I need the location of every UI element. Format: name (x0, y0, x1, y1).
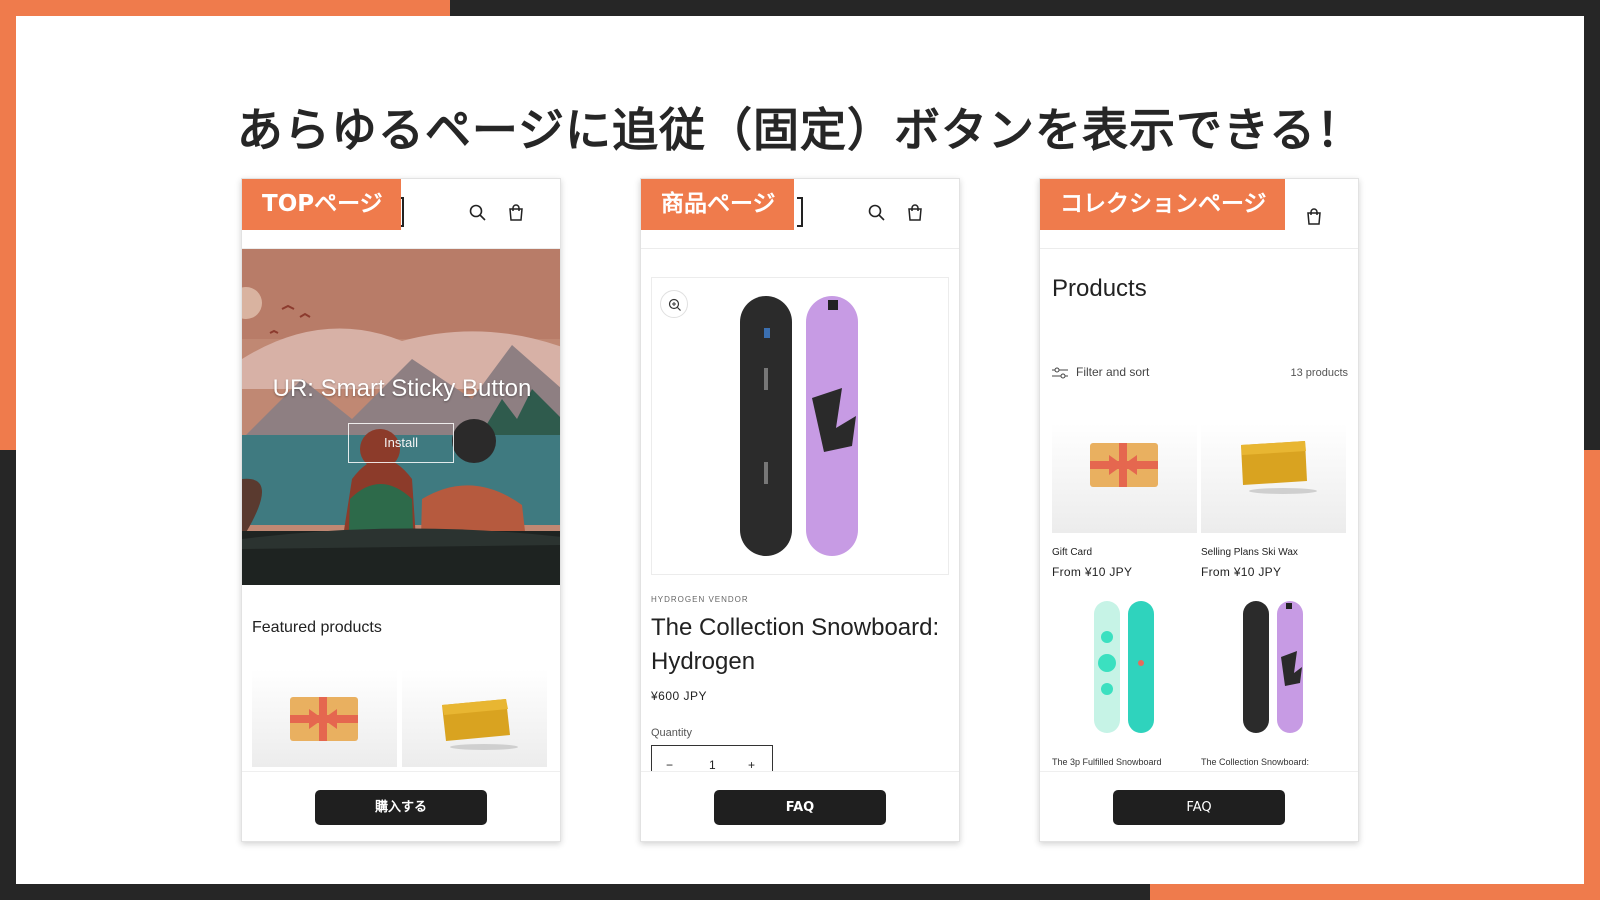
screen-tag: TOPページ (242, 179, 401, 230)
product-page-screen: 商品ページ HYDROGEN VENDOR The Collection Sno… (640, 178, 960, 842)
gift-card-image (290, 697, 358, 741)
sticky-bar: FAQ (641, 771, 959, 841)
snowboard-image (740, 296, 858, 556)
accent-bar-right (1584, 450, 1600, 900)
gift-card-image (1090, 443, 1158, 487)
product-card-name[interactable]: The Collection Snowboard: (1201, 757, 1309, 767)
hero-illustration (242, 249, 560, 585)
product-card-image-gift-card[interactable] (1052, 423, 1197, 533)
cart-icon[interactable] (905, 203, 925, 223)
cart-icon[interactable] (1304, 207, 1324, 227)
quantity-value[interactable]: 1 (709, 758, 716, 772)
filter-label: Filter and sort (1076, 365, 1150, 379)
sticky-buy-button[interactable]: 購入する (315, 790, 487, 825)
sticky-faq-button[interactable]: FAQ (714, 790, 886, 825)
sticky-bar: 購入する (242, 771, 560, 841)
ski-wax-image (442, 699, 518, 750)
collection-title: Products (1052, 275, 1147, 302)
product-card-name[interactable]: Selling Plans Ski Wax (1201, 547, 1298, 558)
product-card-name[interactable]: Gift Card (1052, 547, 1092, 558)
product-vendor: HYDROGEN VENDOR (651, 595, 749, 604)
product-card-name[interactable]: The 3p Fulfilled Snowboard (1052, 757, 1162, 767)
filter-and-sort-button[interactable]: Filter and sort (1052, 365, 1149, 379)
sticky-bar: FAQ (1040, 771, 1358, 841)
screen-tag: 商品ページ (641, 179, 794, 230)
filter-icon (1052, 367, 1068, 379)
product-price: ¥600 JPY (651, 689, 708, 703)
search-icon[interactable] (867, 203, 887, 223)
product-media[interactable] (651, 277, 949, 575)
quantity-minus-button[interactable]: − (666, 758, 673, 772)
quantity-label: Quantity (651, 727, 692, 739)
accent-bar-bottom-right (1150, 884, 1600, 900)
install-button[interactable]: Install (348, 423, 454, 463)
product-card-price: From ¥10 JPY (1052, 565, 1133, 579)
store-logo[interactable] (797, 197, 803, 227)
product-card-image-3p-snowboard[interactable] (1052, 597, 1197, 737)
accent-bar-top-left (0, 0, 450, 16)
sticky-faq-button[interactable]: FAQ (1113, 790, 1285, 825)
search-icon[interactable] (468, 203, 488, 223)
top-page-screen: TOPページ UR: Smart Sticky Button Install F… (241, 178, 561, 842)
product-title: The Collection Snowboard: Hydrogen (651, 614, 940, 675)
hero-title: UR: Smart Sticky Button (272, 375, 532, 402)
quantity-plus-button[interactable]: + (748, 758, 755, 772)
cart-icon[interactable] (506, 203, 526, 223)
screen-tag: コレクションページ (1040, 179, 1285, 230)
product-card-image-collection-snowboard[interactable] (1201, 597, 1346, 737)
product-card-price: From ¥10 JPY (1201, 565, 1282, 579)
featured-products-title: Featured products (252, 619, 382, 636)
product-thumb-ski-wax[interactable] (402, 669, 547, 767)
accent-bar-left (0, 0, 16, 450)
product-card-image-ski-wax[interactable] (1201, 423, 1346, 533)
product-thumb-gift-card[interactable] (252, 669, 397, 767)
hero-banner: UR: Smart Sticky Button Install (242, 249, 560, 585)
collection-page-screen: コレクションページ Products Filter and sort 13 pr… (1039, 178, 1359, 842)
ski-wax-image (1241, 441, 1317, 494)
headline: あらゆるページに追従（固定）ボタンを表示できる！ (236, 103, 1364, 157)
slide: あらゆるページに追従（固定）ボタンを表示できる！ TOPページ UR: Smar… (16, 16, 1584, 884)
product-count: 13 products (1290, 367, 1348, 379)
